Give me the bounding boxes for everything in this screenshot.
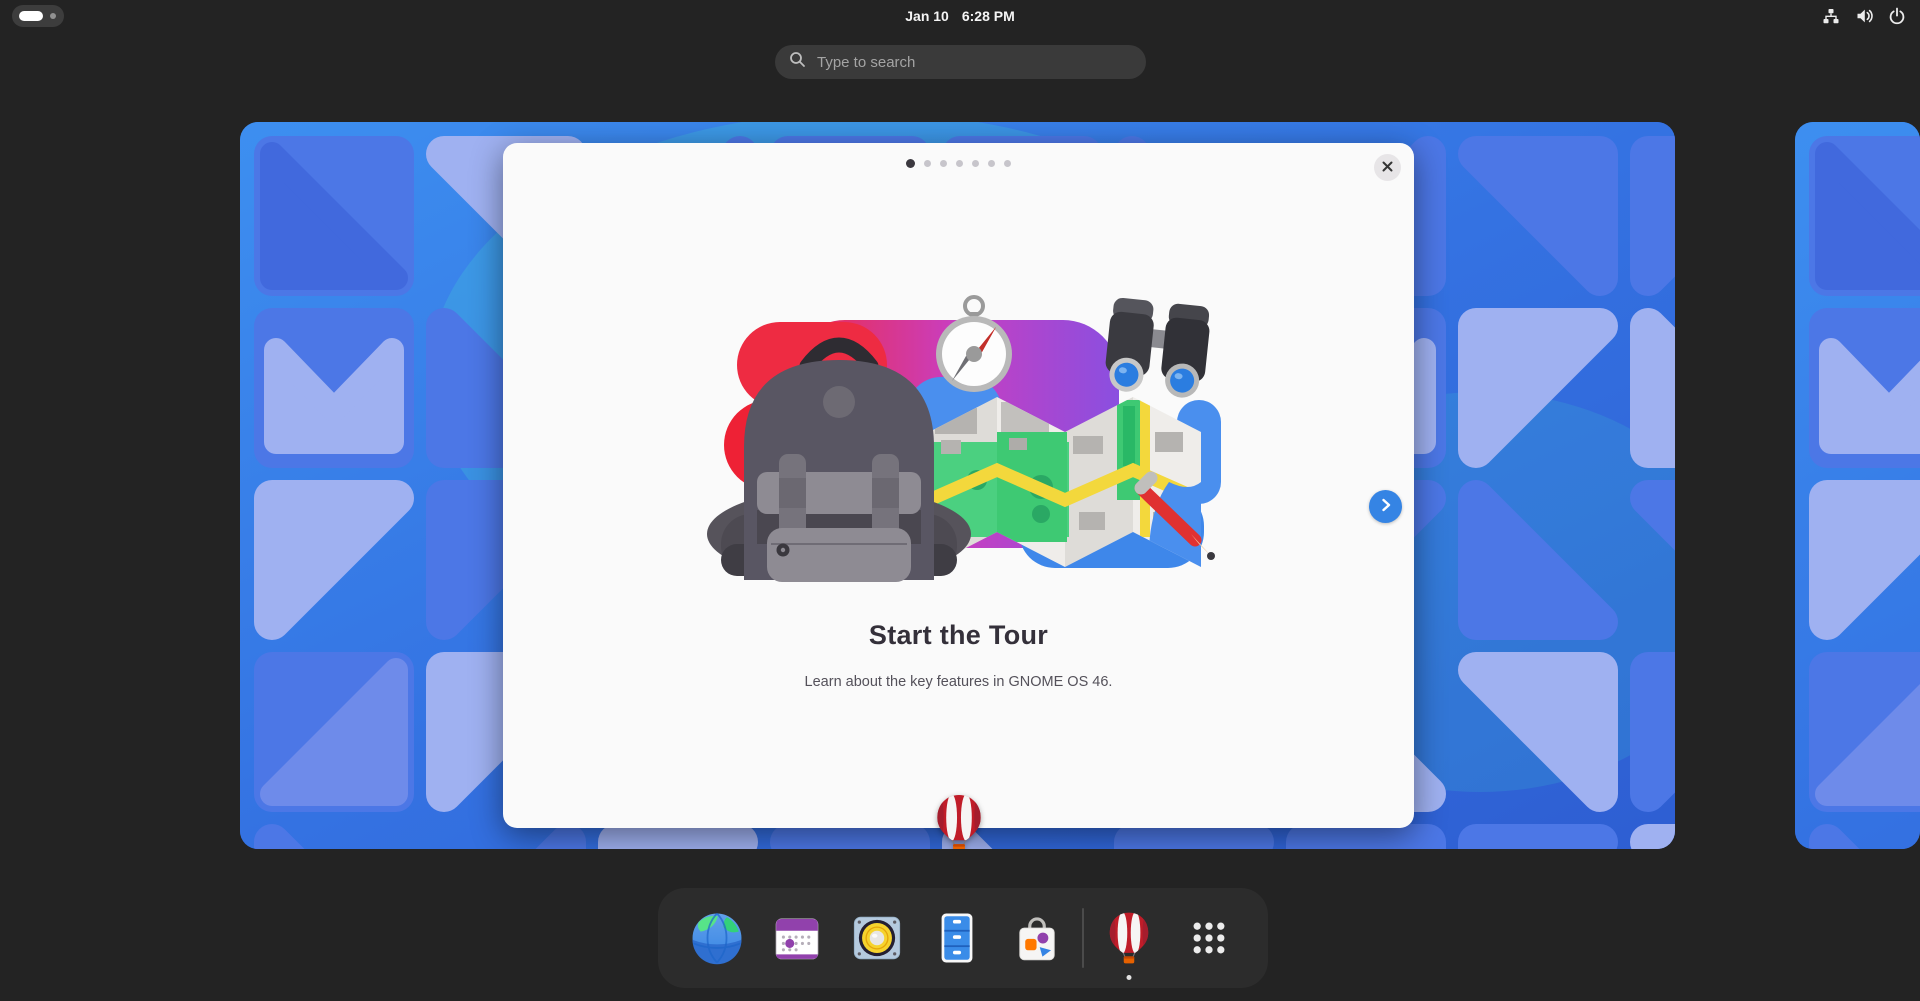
- software-bag-icon: [1008, 909, 1066, 967]
- carousel-dot-1[interactable]: [906, 159, 915, 168]
- page-title: Start the Tour: [869, 620, 1048, 651]
- power-icon[interactable]: [1888, 7, 1906, 25]
- dock-app-files[interactable]: [917, 892, 997, 984]
- top-bar: Jan 10 6:28 PM: [0, 0, 1920, 32]
- carousel-dot-2[interactable]: [924, 160, 931, 167]
- carousel-dot-4[interactable]: [956, 160, 963, 167]
- chevron-right-icon: [1379, 498, 1393, 515]
- search-bar[interactable]: [775, 45, 1146, 79]
- tour-illustration: [679, 282, 1239, 582]
- gnome-shell-overview: { "topbar": { "date": "Jan 10", "time": …: [0, 0, 1920, 1001]
- tour-balloon-icon: [1101, 910, 1157, 966]
- tour-balloon-icon[interactable]: [927, 792, 990, 849]
- carousel-dot-3[interactable]: [940, 160, 947, 167]
- workspace-dot-inactive[interactable]: [50, 13, 56, 19]
- volume-icon[interactable]: [1855, 7, 1873, 25]
- workspace-indicator[interactable]: [12, 5, 64, 27]
- dock-app-web[interactable]: [677, 892, 757, 984]
- dock: [658, 888, 1268, 988]
- dock-app-music[interactable]: [837, 892, 917, 984]
- quick-settings[interactable]: [1822, 0, 1906, 32]
- app-grid-icon: [1182, 911, 1236, 965]
- dock-app-tour[interactable]: [1089, 892, 1169, 984]
- running-indicator-dot: [1127, 975, 1132, 980]
- next-button[interactable]: [1369, 490, 1402, 523]
- clock-date: Jan 10: [905, 8, 949, 24]
- search-icon: [789, 51, 806, 73]
- search-input[interactable]: [817, 54, 1132, 71]
- page-subtitle: Learn about the key features in GNOME OS…: [805, 674, 1113, 690]
- calendar-icon: [768, 909, 826, 967]
- dock-separator: [1082, 908, 1084, 968]
- music-speaker-icon: [848, 909, 906, 967]
- tour-window[interactable]: Start the Tour Learn about the key featu…: [503, 143, 1414, 828]
- clock-time: 6:28 PM: [962, 8, 1015, 24]
- network-wired-icon[interactable]: [1822, 7, 1840, 25]
- carousel-dot-7[interactable]: [1004, 160, 1011, 167]
- wallpaper: [1795, 122, 1920, 849]
- dock-app-calendar[interactable]: [757, 892, 837, 984]
- compass: [936, 297, 1012, 392]
- carousel-dot-5[interactable]: [972, 160, 979, 167]
- dock-app-grid[interactable]: [1169, 892, 1249, 984]
- files-cabinet-icon: [928, 909, 986, 967]
- carousel-dots: [906, 159, 1011, 168]
- binoculars: [1102, 297, 1211, 400]
- clock[interactable]: Jan 10 6:28 PM: [905, 0, 1015, 32]
- web-browser-globe-icon: [688, 909, 746, 967]
- close-button[interactable]: [1374, 154, 1401, 181]
- dock-app-software[interactable]: [997, 892, 1077, 984]
- workspace-thumbnail-1[interactable]: Start the Tour Learn about the key featu…: [240, 122, 1675, 849]
- workspace-thumbnail-2[interactable]: [1795, 122, 1920, 849]
- close-icon: [1382, 160, 1393, 175]
- workspace-pill-active[interactable]: [19, 11, 43, 21]
- carousel-dot-6[interactable]: [988, 160, 995, 167]
